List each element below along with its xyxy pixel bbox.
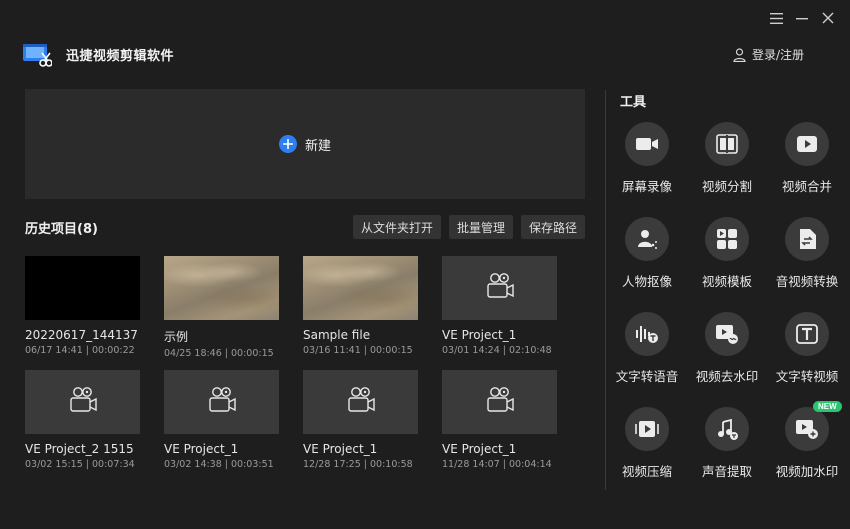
tools-grid: 屏幕录像 视频分割 视频合并人物抠像 视频模板 音视频转换文字转语音 视频去水印 文字转视频… — [607, 122, 847, 494]
video-camera-icon — [485, 272, 515, 304]
tool-screen-record[interactable]: 屏幕录像 — [607, 122, 687, 209]
project-name: VE Project_1 — [164, 442, 239, 456]
audio-extract-icon — [705, 407, 749, 451]
av-convert-icon — [785, 217, 829, 261]
history-title: 历史项目(8) — [25, 222, 98, 237]
project-name: VE Project_1 — [442, 328, 517, 342]
project-card[interactable]: VE Project_1 03/01 14:24 | 02:10:48 — [442, 256, 562, 359]
tool-video-split[interactable]: 视频分割 — [687, 122, 767, 209]
project-thumbnail[interactable] — [303, 256, 418, 320]
project-thumbnail[interactable] — [442, 256, 557, 320]
project-card[interactable]: VE Project_1 11/28 14:07 | 00:04:14 — [442, 370, 562, 470]
history-actions: 从文件夹打开 批量管理 保存路径 — [352, 215, 585, 239]
tool-label: 视频模板 — [701, 274, 752, 289]
tool-audio-extract[interactable]: 声音提取 — [687, 407, 767, 494]
batch-manage-button[interactable]: 批量管理 — [448, 215, 513, 239]
tool-text-to-speech[interactable]: 文字转语音 — [607, 312, 687, 399]
tool-av-convert[interactable]: 音视频转换 — [767, 217, 847, 304]
new-project-label: 新建 — [304, 138, 331, 154]
video-camera-icon — [346, 386, 376, 418]
project-thumbnail[interactable] — [25, 370, 140, 434]
tool-label: 视频去水印 — [695, 369, 759, 384]
project-card[interactable]: 20220617_144137 06/17 14:41 | 00:00:22 — [25, 256, 145, 359]
window-controls — [768, 10, 836, 26]
project-name: 20220617_144137 — [25, 328, 138, 342]
project-name: Sample file — [303, 328, 371, 342]
project-thumbnail[interactable] — [25, 256, 140, 320]
project-meta: 06/17 14:41 | 00:00:22 — [25, 345, 135, 356]
project-meta: 03/02 15:15 | 00:07:34 — [25, 459, 135, 470]
minimize-icon[interactable] — [794, 10, 810, 26]
project-thumbnail[interactable] — [164, 370, 279, 434]
project-card[interactable]: VE Project_2 1515 03/02 15:15 | 00:07:34 — [25, 370, 145, 470]
video-merge-icon — [785, 122, 829, 166]
open-from-folder-button[interactable]: 从文件夹打开 — [352, 215, 441, 239]
close-icon[interactable] — [820, 10, 836, 26]
save-path-button[interactable]: 保存路径 — [520, 215, 585, 239]
portrait-cutout-icon — [625, 217, 669, 261]
app-logo — [22, 42, 53, 68]
video-compress-icon — [625, 407, 669, 451]
tool-video-compress[interactable]: 视频压缩 — [607, 407, 687, 494]
new-badge: NEW — [813, 401, 842, 412]
login-button[interactable]: 登录/注册 — [733, 46, 804, 63]
project-meta: 11/28 14:07 | 00:04:14 — [442, 459, 552, 470]
video-template-icon — [705, 217, 749, 261]
plus-icon — [278, 135, 297, 153]
project-meta: 04/25 18:46 | 00:00:15 — [164, 348, 274, 359]
tool-label: 人物抠像 — [621, 274, 672, 289]
tool-label: 文字转语音 — [615, 369, 679, 384]
app-window: 迅捷视频剪辑软件 登录/注册 新建 历史项目(8) 从文件夹打开 批量管理 保存… — [0, 0, 850, 529]
tool-video-merge[interactable]: 视频合并 — [767, 122, 847, 209]
tool-label: 声音提取 — [701, 464, 752, 479]
tool-portrait-cutout[interactable]: 人物抠像 — [607, 217, 687, 304]
project-grid: 20220617_144137 06/17 14:41 | 00:00:22 示例 0… — [25, 256, 557, 470]
text-to-speech-icon — [625, 312, 669, 356]
project-name: VE Project_2 1515 — [25, 442, 134, 456]
tool-label: 屏幕录像 — [621, 179, 672, 194]
project-thumbnail[interactable] — [303, 370, 418, 434]
project-card[interactable]: VE Project_1 03/02 14:38 | 00:03:51 — [164, 370, 284, 470]
menu-icon[interactable] — [768, 10, 784, 26]
tool-label: 视频分割 — [701, 179, 752, 194]
project-meta: 03/02 14:38 | 00:03:51 — [164, 459, 274, 470]
tool-video-template[interactable]: 视频模板 — [687, 217, 767, 304]
video-camera-icon — [485, 386, 515, 418]
remove-watermark-icon — [705, 312, 749, 356]
screen-record-icon — [625, 122, 669, 166]
tools-title: 工具 — [620, 95, 647, 110]
project-name: VE Project_1 — [303, 442, 378, 456]
project-meta: 12/28 17:25 | 00:10:58 — [303, 459, 413, 470]
tool-label: 视频合并 — [781, 179, 832, 194]
project-card[interactable]: 示例 04/25 18:46 | 00:00:15 — [164, 256, 284, 359]
new-project-button[interactable]: 新建 — [25, 89, 585, 199]
tool-remove-watermark[interactable]: 视频去水印 — [687, 312, 767, 399]
project-thumbnail[interactable] — [164, 256, 279, 320]
tool-label: 音视频转换 — [775, 274, 839, 289]
project-name: 示例 — [164, 330, 189, 344]
add-watermark-icon — [785, 407, 829, 451]
video-split-icon — [705, 122, 749, 166]
login-label: 登录/注册 — [751, 48, 804, 62]
project-card[interactable]: Sample file 03/16 11:41 | 00:00:15 — [303, 256, 423, 359]
user-icon — [733, 47, 746, 62]
tool-text-to-video[interactable]: 文字转视频 — [767, 312, 847, 399]
app-title: 迅捷视频剪辑软件 — [66, 49, 175, 64]
text-to-video-icon — [785, 312, 829, 356]
project-name: VE Project_1 — [442, 442, 517, 456]
project-thumbnail[interactable] — [442, 370, 557, 434]
tool-label: 视频加水印 — [775, 464, 839, 479]
divider — [605, 90, 606, 490]
project-card[interactable]: VE Project_1 12/28 17:25 | 00:10:58 — [303, 370, 423, 470]
video-camera-icon — [68, 386, 98, 418]
video-camera-icon — [207, 386, 237, 418]
tool-label: 文字转视频 — [775, 369, 839, 384]
tool-label: 视频压缩 — [621, 464, 672, 479]
project-meta: 03/16 11:41 | 00:00:15 — [303, 345, 413, 356]
tool-add-watermark[interactable]: 视频加水印 NEW — [767, 401, 847, 494]
project-meta: 03/01 14:24 | 02:10:48 — [442, 345, 552, 356]
